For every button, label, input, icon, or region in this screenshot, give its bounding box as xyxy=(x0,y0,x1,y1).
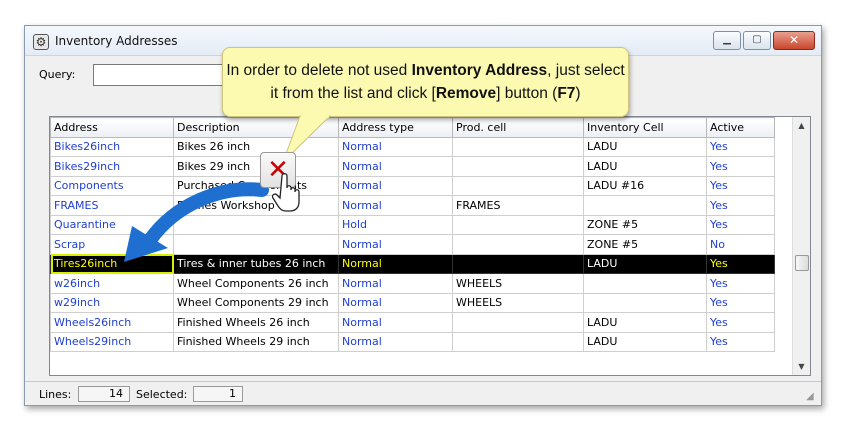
callout-tail xyxy=(282,114,332,163)
hand-cursor-icon xyxy=(272,173,300,212)
hand-shape xyxy=(272,173,300,212)
